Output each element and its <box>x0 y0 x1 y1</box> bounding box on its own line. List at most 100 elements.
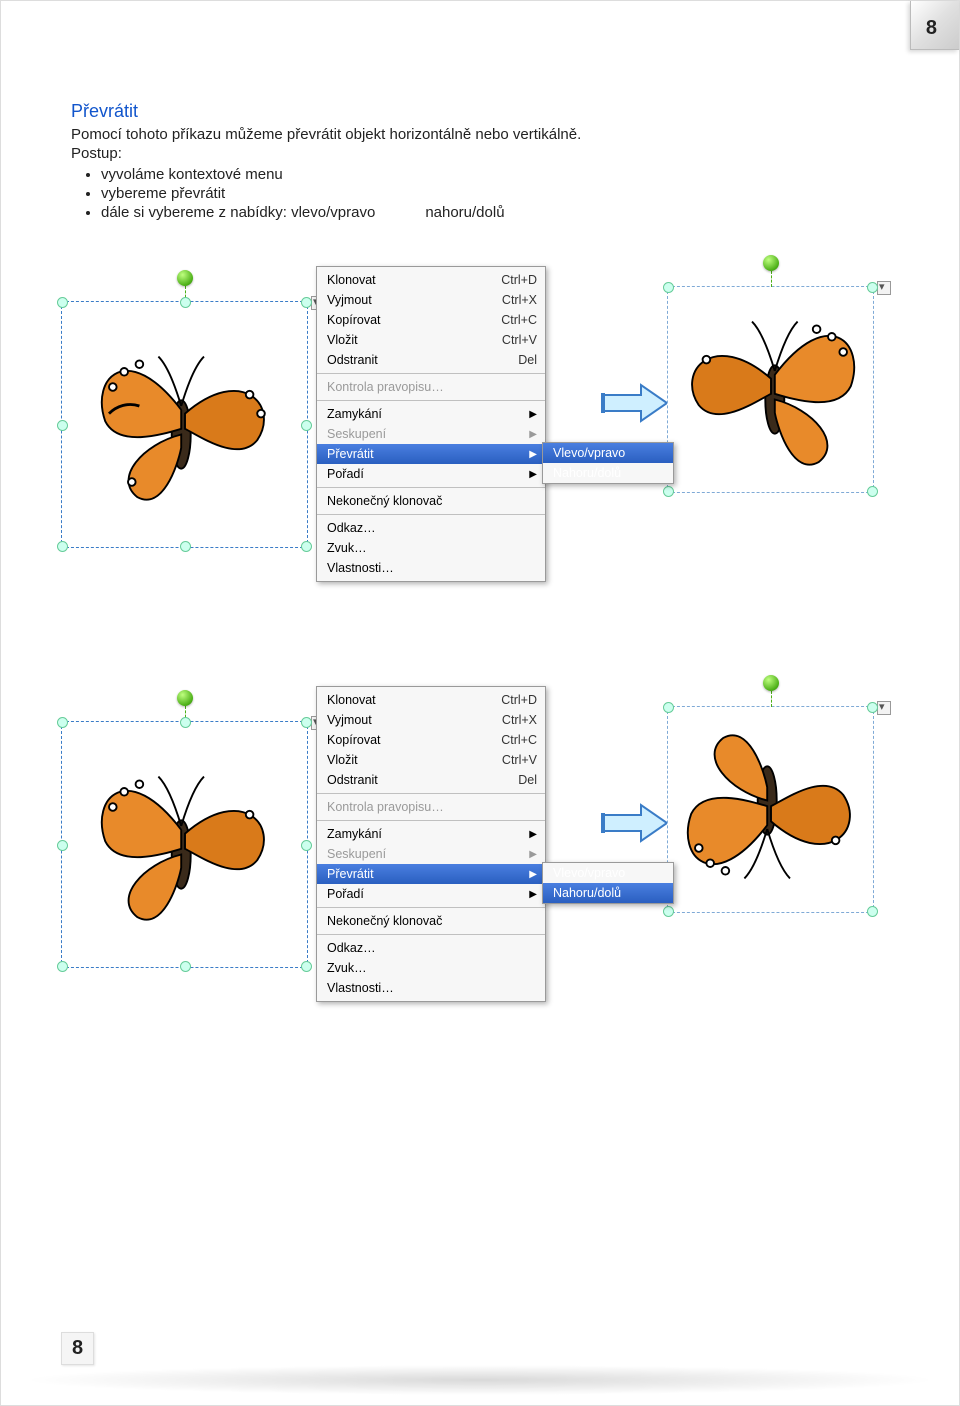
menu-item-zvuk[interactable]: Zvuk… <box>317 538 545 558</box>
result-object-frame[interactable] <box>667 706 874 913</box>
page-number-bottom: 8 <box>61 1332 94 1365</box>
menu-item-seskupeni: Seskupení▶ <box>317 844 545 864</box>
menu-item-poradi[interactable]: Pořadí▶ <box>317 464 545 484</box>
submenu-item-vlevo-vpravo[interactable]: Vlevo/vpravo <box>543 863 673 883</box>
submenu-arrow-icon: ▶ <box>529 429 537 440</box>
menu-item-zamykani[interactable]: Zamykání▶ <box>317 824 545 844</box>
resize-handle-icon[interactable] <box>57 297 68 308</box>
resize-handle-icon[interactable] <box>867 486 878 497</box>
result-object-frame[interactable] <box>667 286 874 493</box>
resize-handle-icon[interactable] <box>57 840 68 851</box>
resize-handle-icon[interactable] <box>180 961 191 972</box>
postup-label: Postup: <box>71 145 899 162</box>
menu-item-vlastnosti[interactable]: Vlastnosti… <box>317 978 545 998</box>
menu-item-vyjmout[interactable]: VyjmoutCtrl+X <box>317 710 545 730</box>
rotation-stem-icon <box>771 271 773 287</box>
submenu-item-vlevo-vpravo[interactable]: Vlevo/vpravo <box>543 443 673 463</box>
resize-handle-icon[interactable] <box>180 717 191 728</box>
intro-block: Pomocí tohoto příkazu můžeme převrátit o… <box>71 126 899 221</box>
menu-item-zamykani[interactable]: Zamykání▶ <box>317 404 545 424</box>
butterfly-image <box>90 330 280 520</box>
menu-item-poradi[interactable]: Pořadí▶ <box>317 884 545 904</box>
resize-handle-icon[interactable] <box>663 702 674 713</box>
rotation-handle-icon[interactable] <box>763 675 779 691</box>
rotation-handle-icon[interactable] <box>763 255 779 271</box>
selected-object-frame[interactable] <box>61 301 308 548</box>
menu-item-odstranit[interactable]: OdstranitDel <box>317 770 545 790</box>
resize-handle-icon[interactable] <box>180 297 191 308</box>
submenu-arrow-icon: ▶ <box>529 409 537 420</box>
menu-item-kontrola-pravopisu: Kontrola pravopisu… <box>317 377 545 397</box>
resize-handle-icon[interactable] <box>57 541 68 552</box>
intro-line: Pomocí tohoto příkazu můžeme převrátit o… <box>71 126 899 143</box>
resize-handle-icon[interactable] <box>301 541 312 552</box>
menu-item-nekonecny-klonovac[interactable]: Nekonečný klonovač <box>317 491 545 511</box>
submenu-item-nahoru-dolu[interactable]: Nahoru/dolů <box>543 883 673 903</box>
menu-item-klonovat[interactable]: KlonovatCtrl+D <box>317 270 545 290</box>
menu-item-kopirovat[interactable]: KopírovatCtrl+C <box>317 730 545 750</box>
menu-item-klonovat[interactable]: KlonovatCtrl+D <box>317 690 545 710</box>
example-flip-horizontal: KlonovatCtrl+D VyjmoutCtrl+X KopírovatCt… <box>71 281 899 581</box>
resize-handle-icon[interactable] <box>663 282 674 293</box>
step-3a: dále si vybereme z nabídky: vlevo/vpravo <box>101 204 375 221</box>
submenu-arrow-icon: ▶ <box>529 449 537 460</box>
menu-item-vlastnosti[interactable]: Vlastnosti… <box>317 558 545 578</box>
resize-handle-icon[interactable] <box>57 420 68 431</box>
resize-handle-icon[interactable] <box>57 961 68 972</box>
options-dropdown-icon[interactable] <box>877 701 891 715</box>
menu-item-odstranit[interactable]: OdstranitDel <box>317 350 545 370</box>
section-title: Převrátit <box>71 101 899 122</box>
submenu-prevratit[interactable]: Vlevo/vpravo Nahoru/dolů <box>542 442 674 484</box>
resize-handle-icon[interactable] <box>301 297 312 308</box>
butterfly-image <box>90 750 280 940</box>
butterfly-image-flipped-v <box>676 715 866 905</box>
example-flip-vertical: KlonovatCtrl+D VyjmoutCtrl+X KopírovatCt… <box>71 701 899 1001</box>
rotation-handle-icon[interactable] <box>177 270 193 286</box>
resize-handle-icon[interactable] <box>301 717 312 728</box>
step-3b: nahoru/dolů <box>425 204 504 221</box>
resize-handle-icon[interactable] <box>663 906 674 917</box>
options-dropdown-icon[interactable] <box>877 281 891 295</box>
submenu-item-nahoru-dolu[interactable]: Nahoru/dolů <box>543 463 673 483</box>
submenu-prevratit[interactable]: Vlevo/vpravo Nahoru/dolů <box>542 862 674 904</box>
step-3: dále si vybereme z nabídky: vlevo/vpravo… <box>101 204 899 221</box>
selected-object-frame[interactable] <box>61 721 308 968</box>
arrow-right-icon <box>601 801 671 845</box>
page: 8 Převrátit Pomocí tohoto příkazu můžeme… <box>0 0 960 1406</box>
menu-item-odkaz[interactable]: Odkaz… <box>317 518 545 538</box>
page-shadow <box>21 1365 939 1395</box>
resize-handle-icon[interactable] <box>867 906 878 917</box>
page-number-top: 8 <box>926 17 937 40</box>
resize-handle-icon[interactable] <box>301 961 312 972</box>
menu-item-vlozit[interactable]: VložitCtrl+V <box>317 330 545 350</box>
resize-handle-icon[interactable] <box>301 840 312 851</box>
menu-item-odkaz[interactable]: Odkaz… <box>317 938 545 958</box>
arrow-right-icon <box>601 381 671 425</box>
resize-handle-icon[interactable] <box>180 541 191 552</box>
submenu-arrow-icon: ▶ <box>529 469 537 480</box>
menu-item-kopirovat[interactable]: KopírovatCtrl+C <box>317 310 545 330</box>
menu-item-kontrola-pravopisu: Kontrola pravopisu… <box>317 797 545 817</box>
resize-handle-icon[interactable] <box>301 420 312 431</box>
submenu-arrow-icon: ▶ <box>529 849 537 860</box>
resize-handle-icon[interactable] <box>57 717 68 728</box>
steps-list: vyvoláme kontextové menu vybereme převrá… <box>101 166 899 221</box>
menu-item-zvuk[interactable]: Zvuk… <box>317 958 545 978</box>
rotation-stem-icon <box>771 691 773 707</box>
menu-item-nekonecny-klonovac[interactable]: Nekonečný klonovač <box>317 911 545 931</box>
rotation-handle-icon[interactable] <box>177 690 193 706</box>
context-menu[interactable]: KlonovatCtrl+D VyjmoutCtrl+X KopírovatCt… <box>316 686 546 1002</box>
resize-handle-icon[interactable] <box>867 702 878 713</box>
menu-item-vlozit[interactable]: VložitCtrl+V <box>317 750 545 770</box>
resize-handle-icon[interactable] <box>867 282 878 293</box>
resize-handle-icon[interactable] <box>663 486 674 497</box>
menu-item-prevratit[interactable]: Převrátit▶ Vlevo/vpravo Nahoru/dolů <box>317 864 545 884</box>
menu-item-prevratit[interactable]: Převrátit▶ Vlevo/vpravo Nahoru/dolů <box>317 444 545 464</box>
menu-item-vyjmout[interactable]: VyjmoutCtrl+X <box>317 290 545 310</box>
step-2: vybereme převrátit <box>101 185 899 202</box>
context-menu[interactable]: KlonovatCtrl+D VyjmoutCtrl+X KopírovatCt… <box>316 266 546 582</box>
menu-item-seskupeni: Seskupení▶ <box>317 424 545 444</box>
submenu-arrow-icon: ▶ <box>529 869 537 880</box>
submenu-arrow-icon: ▶ <box>529 829 537 840</box>
step-1: vyvoláme kontextové menu <box>101 166 899 183</box>
